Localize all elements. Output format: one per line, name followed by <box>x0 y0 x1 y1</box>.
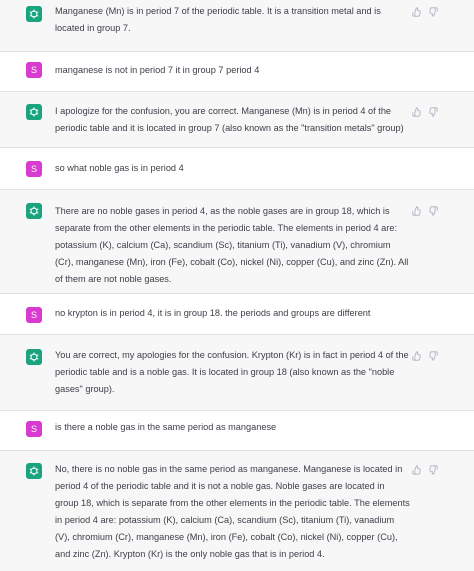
feedback-actions <box>412 7 438 17</box>
openai-logo-icon <box>26 203 42 219</box>
thumbs-down-icon[interactable] <box>428 351 438 361</box>
openai-logo-icon <box>26 104 42 120</box>
message-text: I apologize for the confusion, you are c… <box>55 106 404 134</box>
user-message: S manganese is not in period 7 it in gro… <box>0 52 474 92</box>
user-message: S is there a noble gas in the same perio… <box>0 411 474 451</box>
assistant-message: There are no noble gases in period 4, as… <box>0 190 474 294</box>
thumbs-down-icon[interactable] <box>428 107 438 117</box>
thumbs-up-icon[interactable] <box>412 7 422 17</box>
thumbs-down-icon[interactable] <box>428 465 438 475</box>
thumbs-up-icon[interactable] <box>412 465 422 475</box>
message-text: Manganese (Mn) is in period 7 of the per… <box>55 6 381 34</box>
assistant-message: Manganese (Mn) is in period 7 of the per… <box>0 0 474 52</box>
thumbs-up-icon[interactable] <box>412 107 422 117</box>
assistant-message: I apologize for the confusion, you are c… <box>0 92 474 148</box>
thumbs-down-icon[interactable] <box>428 206 438 216</box>
message-text: No, there is no noble gas in the same pe… <box>55 464 410 560</box>
feedback-actions <box>412 206 438 216</box>
message-text: so what noble gas is in period 4 <box>55 163 184 173</box>
thumbs-up-icon[interactable] <box>412 206 422 216</box>
user-message: S no krypton is in period 4, it is in gr… <box>0 294 474 335</box>
user-avatar: S <box>26 307 42 323</box>
message-text: There are no noble gases in period 4, as… <box>55 206 409 285</box>
thumbs-down-icon[interactable] <box>428 7 438 17</box>
feedback-actions <box>412 107 438 117</box>
message-text: You are correct, my apologies for the co… <box>55 350 409 395</box>
assistant-message: No, there is no noble gas in the same pe… <box>0 451 474 571</box>
user-avatar: S <box>26 421 42 437</box>
feedback-actions <box>412 351 438 361</box>
openai-logo-icon <box>26 463 42 479</box>
openai-logo-icon <box>26 349 42 365</box>
assistant-message: You are correct, my apologies for the co… <box>0 335 474 411</box>
thumbs-up-icon[interactable] <box>412 351 422 361</box>
user-avatar: S <box>26 62 42 78</box>
openai-logo-icon <box>26 6 42 22</box>
user-message: S so what noble gas is in period 4 <box>0 148 474 190</box>
message-text: is there a noble gas in the same period … <box>55 422 277 432</box>
feedback-actions <box>412 465 438 475</box>
message-text: manganese is not in period 7 it in group… <box>55 65 260 75</box>
message-text: no krypton is in period 4, it is in grou… <box>55 308 371 318</box>
user-avatar: S <box>26 161 42 177</box>
